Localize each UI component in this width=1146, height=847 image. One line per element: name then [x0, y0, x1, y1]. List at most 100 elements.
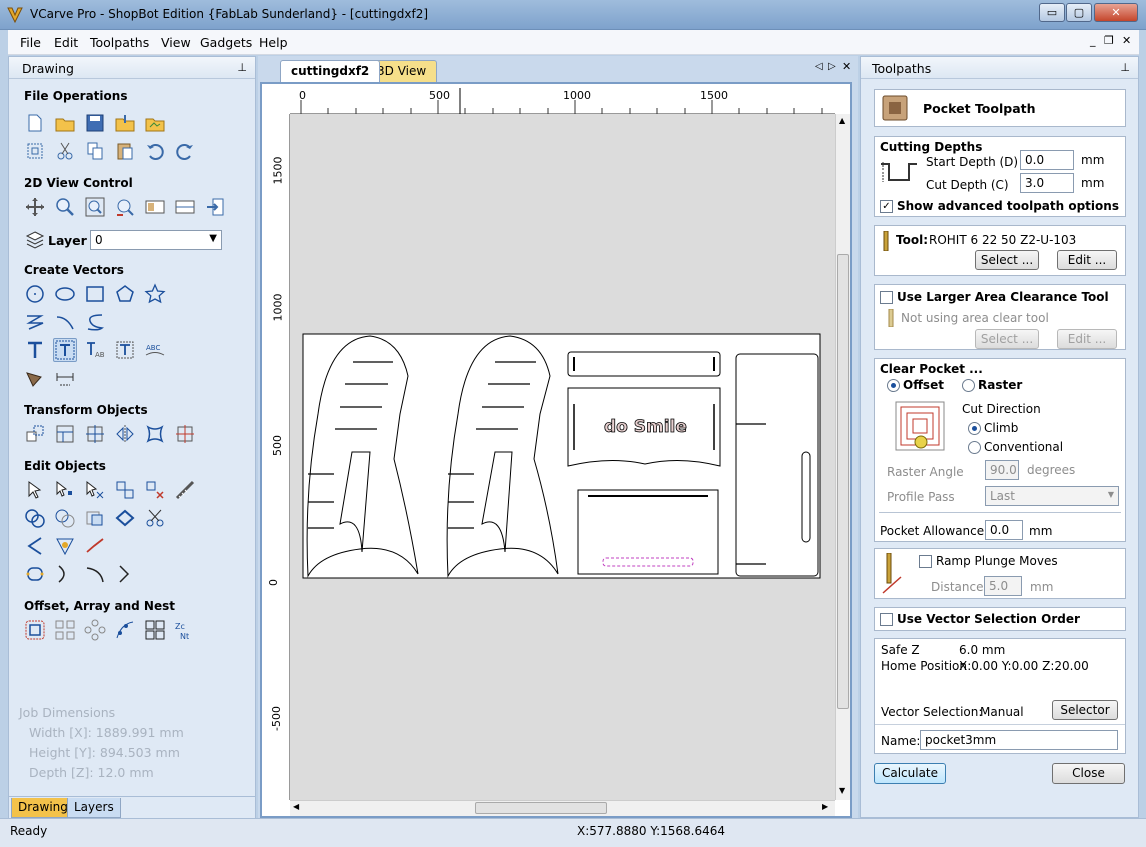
- join-open-icon[interactable]: [113, 562, 137, 586]
- zoom-selection-icon[interactable]: [113, 195, 137, 219]
- selector-button[interactable]: Selector ...: [1052, 700, 1118, 735]
- import-bitmap-icon[interactable]: [143, 111, 167, 135]
- layer-view-icon[interactable]: [173, 195, 197, 219]
- menu-edit[interactable]: Edit: [54, 35, 78, 50]
- toolpath-name-input[interactable]: pocket3mm: [920, 730, 1118, 750]
- draw-ellipse-icon[interactable]: [53, 282, 77, 306]
- layer-select[interactable]: 0 ▼: [90, 230, 222, 250]
- minimize-button[interactable]: ▭: [1039, 3, 1065, 22]
- draw-polyline-icon[interactable]: [23, 310, 47, 334]
- draw-arc-icon[interactable]: [53, 310, 77, 334]
- nest-parts-icon[interactable]: Zc Nt: [173, 618, 197, 642]
- draw-circle-icon[interactable]: [23, 282, 47, 306]
- close-vector-icon[interactable]: [83, 562, 107, 586]
- draw-rectangle-icon[interactable]: [83, 282, 107, 306]
- intersect-icon[interactable]: [83, 506, 107, 530]
- scissors-icon[interactable]: [143, 506, 167, 530]
- node-edit-icon[interactable]: [53, 478, 77, 502]
- import-vectors-icon[interactable]: [113, 111, 137, 135]
- menu-toolpaths[interactable]: Toolpaths: [90, 35, 149, 50]
- pin-icon[interactable]: ⊥: [237, 61, 247, 74]
- zoom-icon[interactable]: [53, 195, 77, 219]
- menu-help[interactable]: Help: [259, 35, 288, 50]
- array-copy-icon[interactable]: [53, 618, 77, 642]
- set-origin-icon[interactable]: [173, 422, 197, 446]
- new-file-icon[interactable]: [23, 111, 47, 135]
- scroll-up-icon[interactable]: ▲: [839, 116, 845, 125]
- fillet-icon[interactable]: [53, 534, 77, 558]
- pan-icon[interactable]: [23, 195, 47, 219]
- measure-icon[interactable]: [173, 478, 197, 502]
- profile-pass-select[interactable]: Last ▼: [985, 486, 1119, 506]
- trim-icon[interactable]: [53, 562, 77, 586]
- draw-curve-icon[interactable]: [83, 310, 107, 334]
- horizontal-scrollbar[interactable]: ◀ ▶: [290, 800, 835, 816]
- copy-along-vector-icon[interactable]: [113, 618, 137, 642]
- draw-polygon-icon[interactable]: [113, 282, 137, 306]
- start-depth-input[interactable]: 0.0: [1020, 150, 1074, 170]
- text-on-curve-icon[interactable]: [113, 338, 137, 362]
- mdi-close-button[interactable]: ✕: [1122, 34, 1131, 47]
- distort-icon[interactable]: [143, 422, 167, 446]
- vertical-scrollbar[interactable]: ▲ ▼: [835, 114, 850, 800]
- vertical-scroll-thumb[interactable]: [837, 254, 849, 709]
- exit-view-icon[interactable]: [203, 195, 227, 219]
- ungroup-icon[interactable]: [143, 478, 167, 502]
- tab-scroll-left-icon[interactable]: ◁: [815, 61, 823, 72]
- cut-depth-input[interactable]: 3.0: [1020, 173, 1074, 193]
- drawing-canvas[interactable]: do Smile: [290, 114, 835, 800]
- center-icon[interactable]: [83, 422, 107, 446]
- pocket-allowance-input[interactable]: 0.0: [985, 520, 1023, 540]
- auto-layout-text-icon[interactable]: AB: [83, 338, 107, 362]
- join-vectors-icon[interactable]: [113, 506, 137, 530]
- close-window-button[interactable]: ✕: [1094, 3, 1138, 22]
- maximize-button[interactable]: ▢: [1066, 3, 1092, 22]
- tab-drawing[interactable]: Drawing: [11, 798, 75, 818]
- advanced-options-checkbox[interactable]: ✓: [880, 200, 893, 213]
- text-arc-icon[interactable]: ABC: [143, 338, 167, 362]
- menu-gadgets[interactable]: Gadgets: [200, 35, 252, 50]
- subtract-icon[interactable]: [53, 506, 77, 530]
- conventional-radio[interactable]: [968, 441, 981, 454]
- ramp-distance-input[interactable]: 5.0: [984, 576, 1022, 596]
- interactive-transform-icon[interactable]: [83, 478, 107, 502]
- select-all-icon[interactable]: [23, 139, 47, 163]
- scroll-right-icon[interactable]: ▶: [822, 802, 828, 811]
- larger-clearance-checkbox[interactable]: [880, 291, 893, 304]
- mirror-icon[interactable]: [113, 422, 137, 446]
- cut-icon[interactable]: [53, 139, 77, 163]
- raster-angle-input[interactable]: 90.0: [985, 460, 1019, 480]
- undo-icon[interactable]: [143, 139, 167, 163]
- vector-order-checkbox[interactable]: [880, 613, 893, 626]
- menu-file[interactable]: File: [20, 35, 41, 50]
- ramp-plunge-checkbox[interactable]: [919, 555, 932, 568]
- tool-select-button[interactable]: Select ...: [975, 250, 1039, 270]
- fit-vectors-icon[interactable]: [23, 366, 47, 390]
- close-document-icon[interactable]: ✕: [842, 60, 851, 73]
- calculate-button[interactable]: Calculate: [874, 763, 946, 784]
- offset-radio[interactable]: [887, 379, 900, 392]
- horizontal-scroll-thumb[interactable]: [475, 802, 607, 814]
- raster-radio[interactable]: [962, 379, 975, 392]
- copy-icon[interactable]: [83, 139, 107, 163]
- open-file-icon[interactable]: [53, 111, 77, 135]
- pin-icon[interactable]: ⊥: [1120, 61, 1130, 74]
- scroll-down-icon[interactable]: ▼: [839, 786, 845, 795]
- zoom-extents-icon[interactable]: [83, 195, 107, 219]
- move-icon[interactable]: [23, 422, 47, 446]
- clearance-edit-button[interactable]: Edit ...: [1057, 329, 1117, 349]
- circular-array-icon[interactable]: [83, 618, 107, 642]
- nesting-icon[interactable]: [143, 618, 167, 642]
- tool-edit-button[interactable]: Edit ...: [1057, 250, 1117, 270]
- redo-icon[interactable]: [173, 139, 197, 163]
- clearance-select-button[interactable]: Select ...: [975, 329, 1039, 349]
- mdi-restore-button[interactable]: ❐: [1104, 34, 1114, 47]
- close-panel-button[interactable]: Close: [1052, 763, 1125, 784]
- mdi-minimize-button[interactable]: _: [1090, 34, 1096, 47]
- dimensions-icon[interactable]: [53, 366, 77, 390]
- tab-layers[interactable]: Layers: [67, 798, 121, 818]
- scroll-left-icon[interactable]: ◀: [293, 802, 299, 811]
- group-icon[interactable]: [113, 478, 137, 502]
- weld-icon[interactable]: [23, 506, 47, 530]
- text-tool-active-icon[interactable]: [53, 338, 77, 362]
